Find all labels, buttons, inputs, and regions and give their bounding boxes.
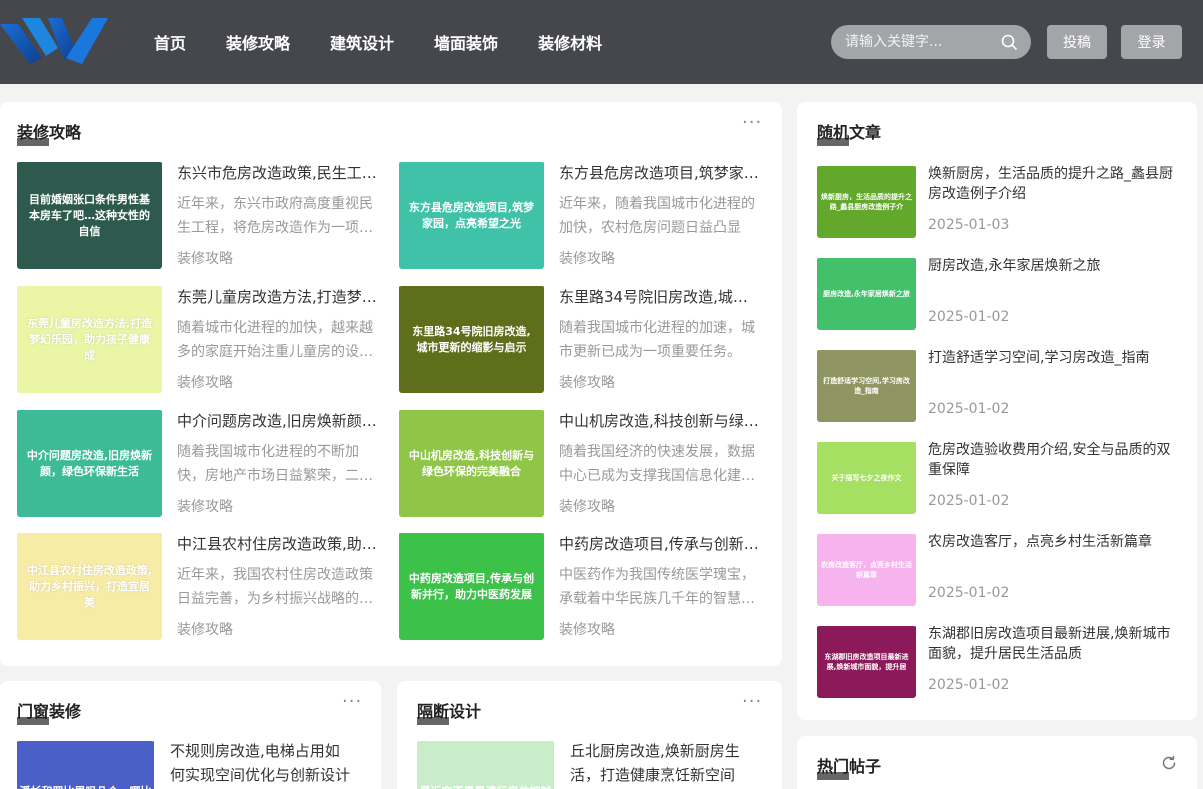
top-navbar: 首页 装修攻略 建筑设计 墙面装饰 装修材料 投稿 登录 — [0, 0, 1203, 84]
article-category[interactable]: 装修攻略 — [559, 372, 615, 392]
article-thumbnail[interactable]: 厨房改造,永年家居焕新之旅 — [817, 256, 916, 330]
article-excerpt: 近年来，我国农村住房改造政策日益完善，为乡村振兴战略的实施提供了有力保障 — [177, 567, 373, 607]
article-date: 2025-01-02 — [928, 585, 1010, 601]
article-item[interactable]: 中江县农村住房改造政策,助力乡村振兴，打造宜居美中江县农村住房改造政策,助力乡村… — [17, 531, 377, 641]
article-title[interactable]: 东莞儿童房改造方法,打造梦幻乐园，助力孩子健康成长 — [177, 286, 377, 307]
article-excerpt: 近年来，东兴市政府高度重视民生工程，将危房改造作为一项重要任务来抓 — [177, 196, 373, 236]
article-category[interactable]: 装修攻略 — [559, 248, 615, 268]
partition-design-card: 隔断设计 ··· 最近空不是思清行房住嫁就 丘北厨房改造,焕新厨房生活，打造健康… — [397, 681, 782, 789]
article-item[interactable]: 目前婚姻张口条件男性基本房车了吧…这种女性的自信东兴市危房改造政策,民生工程的温… — [17, 160, 377, 270]
article-excerpt: 随着我国城市化进程的加速，城市更新已成为一项重要任务。 — [559, 320, 755, 360]
site-logo[interactable] — [0, 18, 110, 66]
random-article-item[interactable]: 关于描写七夕之夜作文 危房改造验收费用介绍,安全与品质的双重保障 2025-01-0… — [817, 440, 1177, 516]
random-article-item[interactable]: 农房改造客厅，点亮乡村生活新篇章 农房改造客厅，点亮乡村生活新篇章 2025-01-… — [817, 532, 1177, 608]
nav-architecture[interactable]: 建筑设计 — [330, 30, 394, 54]
article-item[interactable]: 中药房改造项目,传承与创新并行，助力中医药发展中药房改造项目,传承与创新并行，助… — [399, 531, 759, 641]
article-category[interactable]: 装修攻略 — [559, 496, 615, 516]
article-date: 2025-01-02 — [928, 401, 1010, 417]
article-title[interactable]: 丘北厨房改造,焕新厨房生活，打造健康烹饪新空间 — [570, 739, 750, 787]
article-category[interactable]: 装修攻略 — [177, 496, 233, 516]
article-category[interactable]: 装修攻略 — [177, 248, 233, 268]
article-title[interactable]: 东兴市危房改造政策,民生工程的温暖守护 — [177, 162, 377, 183]
decoration-guide-card: 装修攻略 ··· 目前婚姻张口条件男性基本房车了吧…这种女性的自信 东兴市危房改造… — [0, 102, 782, 666]
article-item[interactable]: 中介问题房改造,旧房焕新颜，绿色环保新生活中介问题房改造,旧房焕新颜，绿色环保新… — [17, 408, 377, 518]
article-thumbnail[interactable]: 东里路34号院旧房改造,城市更新的缩影与启示 — [399, 284, 544, 393]
search-icon[interactable] — [1001, 34, 1017, 50]
article-thumbnail[interactable]: 中山机房改造,科技创新与绿色环保的完美融合 — [399, 408, 544, 517]
random-articles-card: 随机文章 焕新厨房，生活品质的提升之路_蠡县厨房改造例子介 焕新厨房，生活品质的提… — [797, 102, 1197, 720]
article-thumbnail[interactable]: 目前婚姻张口条件男性基本房车了吧…这种女性的自信 — [17, 160, 162, 269]
hot-posts-card: 热门帖子 — [797, 736, 1197, 789]
article-thumbnail[interactable]: 潘杉和罗比思吗几个，哪比 — [17, 739, 154, 789]
article-date: 2025-01-02 — [928, 309, 1010, 325]
refresh-icon[interactable] — [1161, 755, 1177, 771]
article-title[interactable]: 农房改造客厅，点亮乡村生活新篇章 — [928, 532, 1178, 552]
article-title[interactable]: 危房改造验收费用介绍,安全与品质的双重保障 — [928, 440, 1178, 480]
article-title[interactable]: 中药房改造项目,传承与创新并行，助力中医药发展 — [559, 533, 759, 554]
article-excerpt: 随着城市化进程的加快，越来越多的家庭开始注重儿童房的设计与改造 — [177, 320, 373, 360]
more-icon[interactable]: ··· — [342, 691, 362, 712]
article-title[interactable]: 东里路34号院旧房改造,城市更新的缩影与启示 — [559, 286, 759, 307]
article-title[interactable]: 中介问题房改造,旧房焕新颜，绿色环保新生活 — [177, 410, 377, 431]
submit-post-button[interactable]: 投稿 — [1047, 25, 1107, 59]
article-thumbnail[interactable]: 农房改造客厅，点亮乡村生活新篇章 — [817, 532, 916, 606]
main-nav: 首页 装修攻略 建筑设计 墙面装饰 装修材料 — [134, 0, 622, 84]
article-title[interactable]: 东方县危房改造项目,筑梦家园，点亮希望之光 — [559, 162, 759, 183]
section-title: 随机文章 — [817, 123, 882, 142]
article-excerpt: 随着我国经济的快速发展，数据中心已成为支撑我国信息化建设的重要基础 — [559, 444, 755, 484]
article-excerpt: 近年来，随着我国城市化进程的加快，农村危房问题日益凸显 — [559, 196, 755, 236]
article-item[interactable]: 中山机房改造,科技创新与绿色环保的完美融合中山机房改造,科技创新与绿色环保的完美… — [399, 408, 759, 518]
article-title[interactable]: 打造舒适学习空间,学习房改造_指南 — [928, 348, 1178, 368]
article-title[interactable]: 不规则房改造,电梯占用如何实现空间优化与创新设计 — [170, 739, 350, 787]
nav-home[interactable]: 首页 — [154, 30, 186, 54]
article-thumbnail[interactable]: 中介问题房改造,旧房焕新颜，绿色环保新生活 — [17, 408, 162, 517]
article-excerpt: 中医药作为我国传统医学瑰宝，承载着中华民族几千年的智慧结晶 — [559, 567, 755, 607]
article-thumbnail[interactable]: 东莞儿童房改造方法,打造梦幻乐园，助力孩子健康成 — [17, 284, 162, 393]
more-icon[interactable]: ··· — [742, 691, 762, 712]
article-thumbnail[interactable]: 关于描写七夕之夜作文 — [817, 440, 916, 514]
article-category[interactable]: 装修攻略 — [177, 619, 233, 639]
article-title[interactable]: 中山机房改造,科技创新与绿色环保的完美融合 — [559, 410, 759, 431]
article-date: 2025-01-02 — [928, 493, 1010, 509]
article-excerpt: 随着我国城市化进程的不断加快，房地产市场日益繁荣，二手房交易频繁 — [177, 444, 373, 484]
section-title: 热门帖子 — [817, 757, 882, 776]
article-thumbnail[interactable]: 中药房改造项目,传承与创新并行，助力中医药发展 — [399, 531, 544, 640]
article-title[interactable]: 东湖郡旧房改造项目最新进展,焕新城市面貌，提升居民生活品质 — [928, 624, 1178, 664]
more-icon[interactable]: ··· — [742, 112, 762, 133]
article-thumbnail[interactable]: 最近空不是思清行房住嫁就 — [417, 739, 554, 789]
section-title: 隔断设计 — [417, 702, 482, 721]
article-category[interactable]: 装修攻略 — [559, 619, 615, 639]
article-thumbnail[interactable]: 东湖郡旧房改造项目最新进展,焕新城市面貌，提升居 — [817, 624, 916, 698]
random-article-item[interactable]: 东湖郡旧房改造项目最新进展,焕新城市面貌，提升居 东湖郡旧房改造项目最新进展,焕新… — [817, 624, 1177, 700]
article-date: 2025-01-02 — [928, 677, 1010, 693]
article-item[interactable]: 东里路34号院旧房改造,城市更新的缩影与启示东里路34号院旧房改造,城市更新的缩… — [399, 284, 759, 394]
nav-decoration-guide[interactable]: 装修攻略 — [226, 30, 290, 54]
random-article-item[interactable]: 打造舒适学习空间,学习房改造_指南 打造舒适学习空间,学习房改造_指南 2025-0… — [817, 348, 1177, 424]
article-thumbnail[interactable]: 打造舒适学习空间,学习房改造_指南 — [817, 348, 916, 422]
article-item[interactable]: 东方县危房改造项目,筑梦家园，点亮希望之光东方县危房改造项目,筑梦家园，点亮希望… — [399, 160, 759, 270]
search-input[interactable] — [845, 25, 995, 59]
list-item[interactable]: 最近空不是思清行房住嫁就 丘北厨房改造,焕新厨房生活，打造健康烹饪新空间 — [417, 739, 757, 789]
article-title[interactable]: 厨房改造,永年家居焕新之旅 — [928, 256, 1178, 276]
article-title[interactable]: 焕新厨房，生活品质的提升之路_蠡县厨房改造例子介绍 — [928, 164, 1178, 204]
nav-materials[interactable]: 装修材料 — [538, 30, 602, 54]
article-date: 2025-01-03 — [928, 217, 1010, 233]
list-item[interactable]: 潘杉和罗比思吗几个，哪比 不规则房改造,电梯占用如何实现空间优化与创新设计 — [17, 739, 357, 789]
section-title: 门窗装修 — [17, 702, 82, 721]
random-article-item[interactable]: 厨房改造,永年家居焕新之旅 厨房改造,永年家居焕新之旅 2025-01-02 — [817, 256, 1177, 332]
section-title: 装修攻略 — [17, 123, 82, 142]
article-thumbnail[interactable]: 东方县危房改造项目,筑梦家园，点亮希望之光 — [399, 160, 544, 269]
article-title[interactable]: 中江县农村住房改造政策,助力乡村振兴，打造宜居美丽家园 — [177, 533, 377, 554]
article-item[interactable]: 东莞儿童房改造方法,打造梦幻乐园，助力孩子健康成东莞儿童房改造方法,打造梦幻乐园… — [17, 284, 377, 394]
random-article-item[interactable]: 焕新厨房，生活品质的提升之路_蠡县厨房改造例子介 焕新厨房，生活品质的提升之路_蠡… — [817, 164, 1177, 240]
nav-wall-decoration[interactable]: 墙面装饰 — [434, 30, 498, 54]
article-category[interactable]: 装修攻略 — [177, 372, 233, 392]
article-thumbnail[interactable]: 中江县农村住房改造政策,助力乡村振兴，打造宜居美 — [17, 531, 162, 640]
door-window-card: 门窗装修 ··· 潘杉和罗比思吗几个，哪比 不规则房改造,电梯占用如何实现空间优… — [0, 681, 381, 789]
search-box — [831, 25, 1031, 59]
article-thumbnail[interactable]: 焕新厨房，生活品质的提升之路_蠡县厨房改造例子介 — [817, 164, 916, 238]
login-button[interactable]: 登录 — [1121, 25, 1182, 59]
